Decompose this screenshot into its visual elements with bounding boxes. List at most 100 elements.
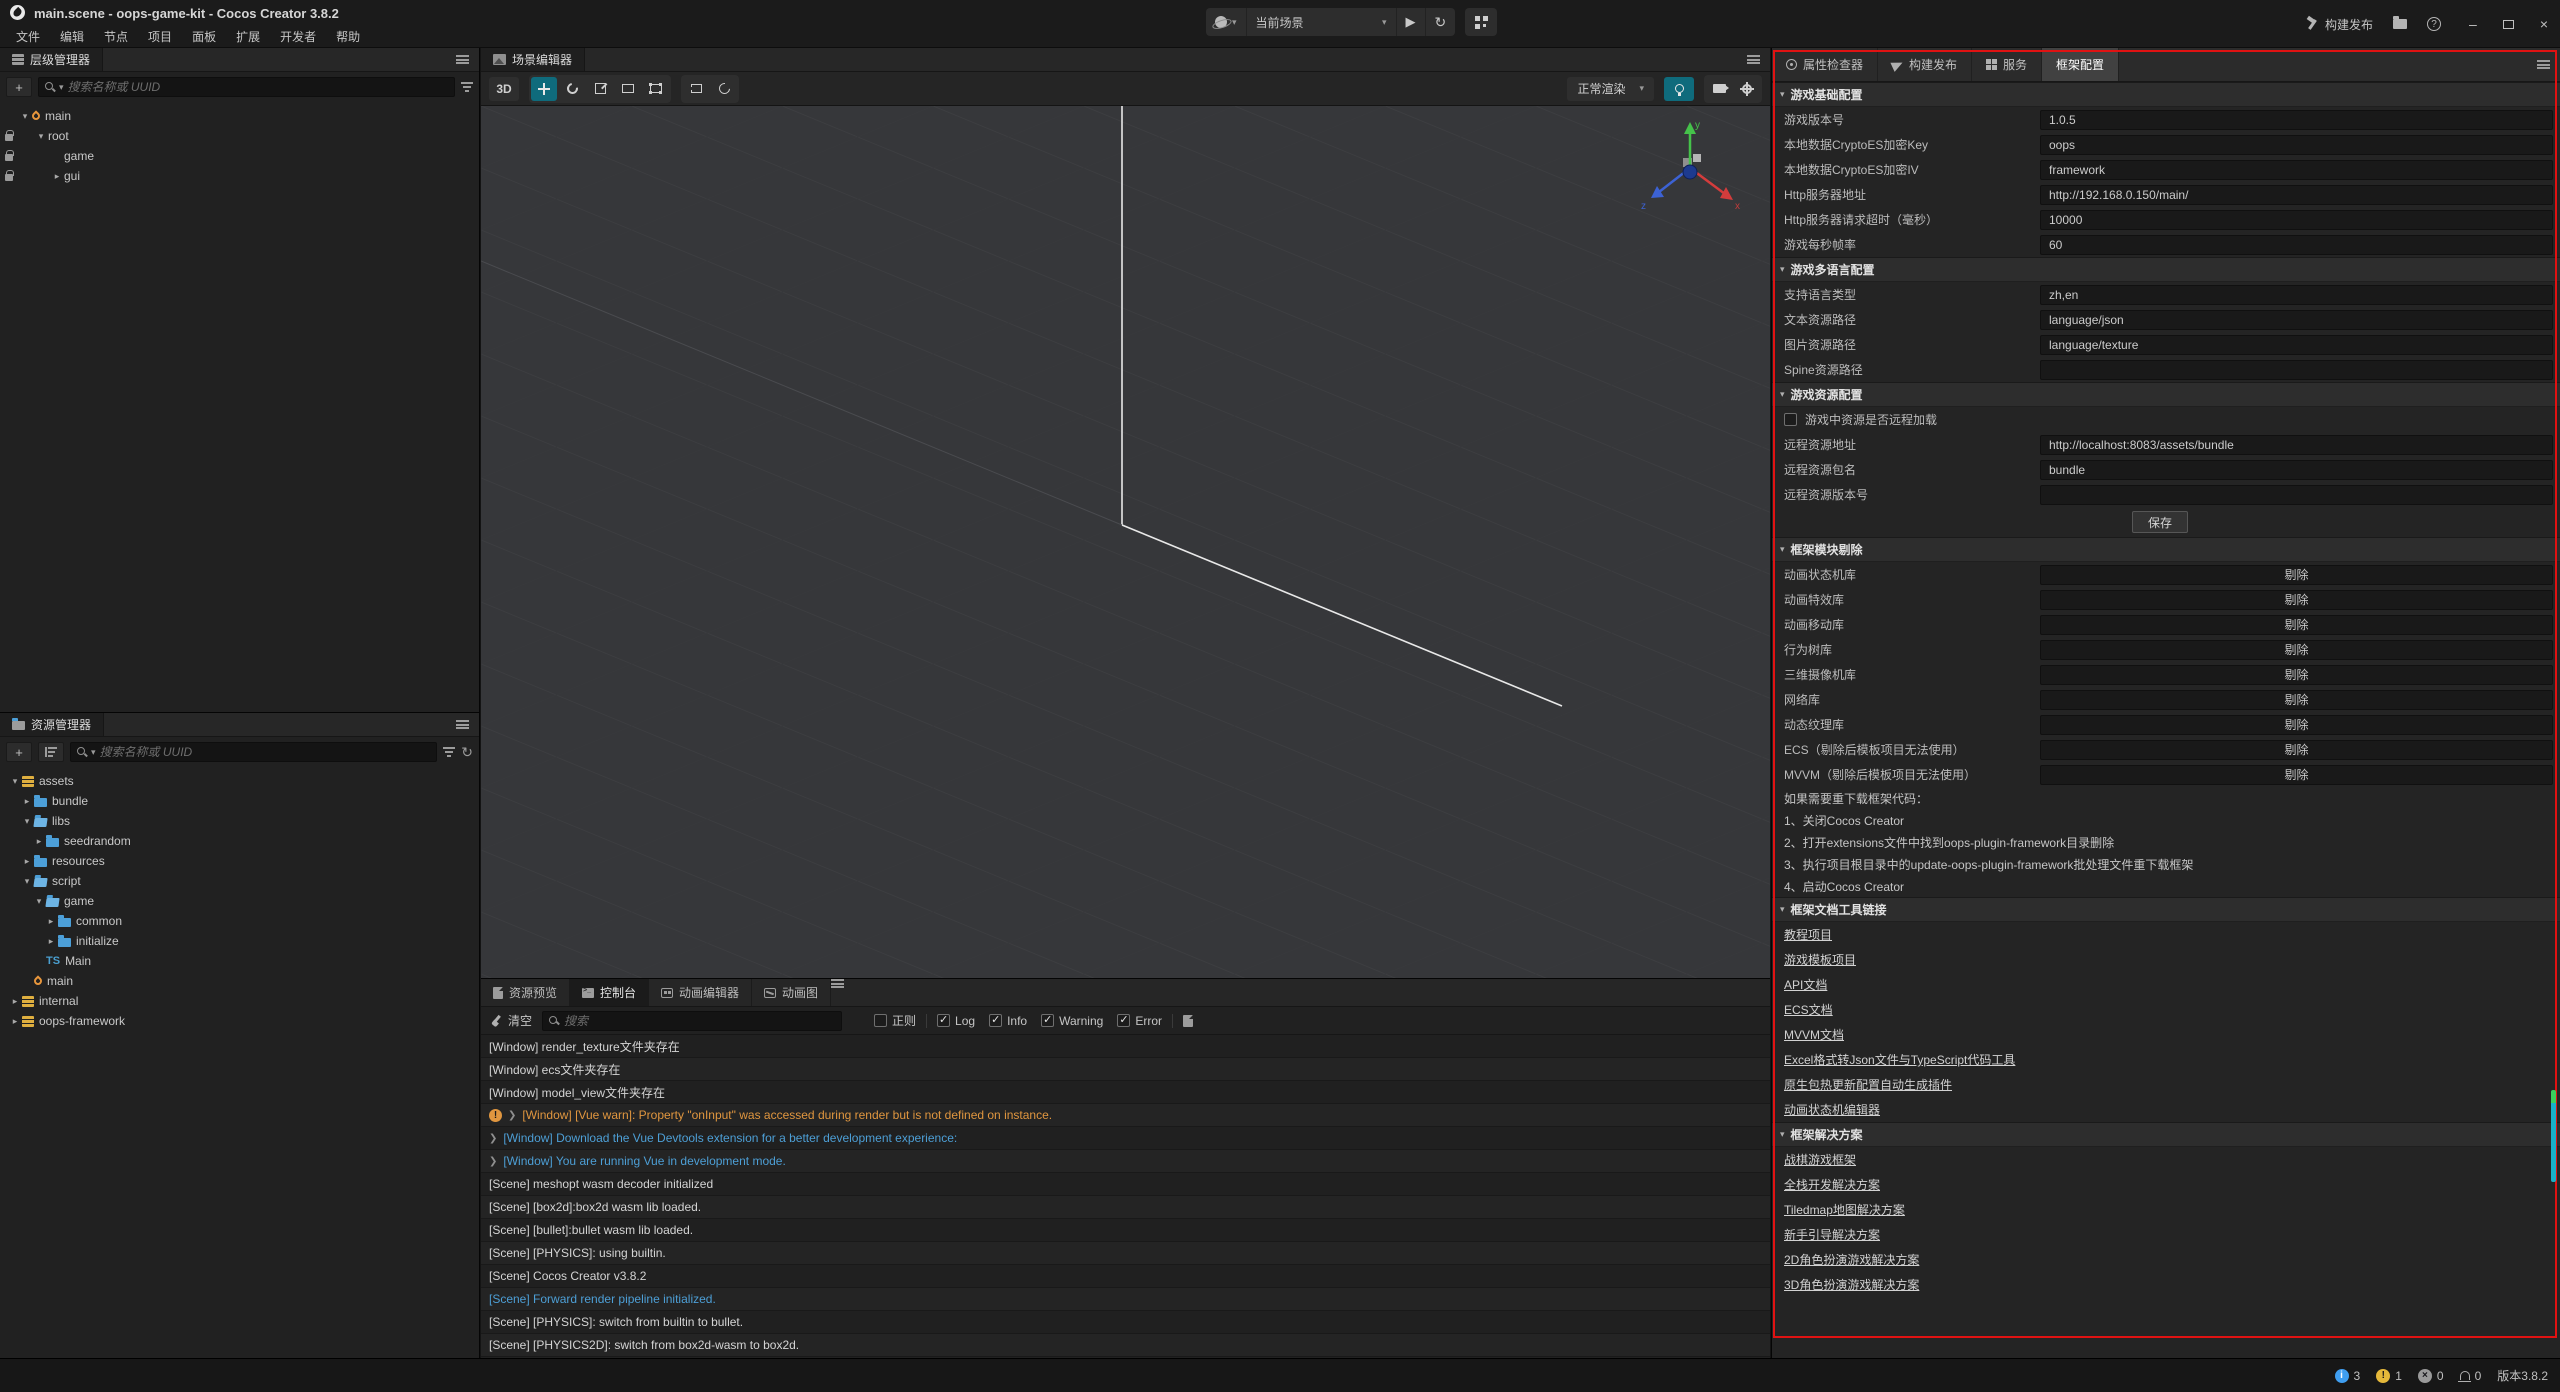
remove-module-button[interactable]: 剔除 bbox=[2040, 740, 2553, 760]
doc-link[interactable]: 新手引导解决方案 bbox=[1784, 1226, 1880, 1243]
scale-tool-button[interactable] bbox=[587, 77, 613, 101]
field-input[interactable]: http://localhost:8083/assets/bundle bbox=[2040, 435, 2553, 455]
console-tab-动画图[interactable]: 动画图 bbox=[752, 979, 831, 1006]
sort-assets-button[interactable] bbox=[38, 742, 64, 762]
clear-console-icon[interactable] bbox=[491, 1015, 503, 1027]
field-input[interactable]: http://192.168.0.150/main/ bbox=[2040, 185, 2553, 205]
remove-module-button[interactable]: 剔除 bbox=[2040, 640, 2553, 660]
asset-node-resources[interactable]: ▸resources bbox=[0, 851, 479, 871]
warning-counter[interactable]: ! 1 bbox=[2376, 1369, 2402, 1383]
preview-target-button[interactable]: ▾ bbox=[1206, 8, 1247, 36]
hierarchy-node-main[interactable]: ▾main bbox=[0, 106, 479, 126]
console-search-input[interactable] bbox=[564, 1014, 835, 1028]
tree-arrow-icon[interactable]: ▾ bbox=[18, 111, 32, 122]
tree-arrow-icon[interactable]: ▾ bbox=[34, 131, 48, 142]
doc-link[interactable]: MVVM文档 bbox=[1784, 1026, 1844, 1043]
collapse-caret-icon[interactable]: ▾ bbox=[1780, 389, 1785, 400]
view-gizmo[interactable]: x z y bbox=[1631, 114, 1751, 224]
scrollbar-thumb[interactable] bbox=[2551, 1090, 2556, 1182]
tree-arrow-icon[interactable]: ▸ bbox=[8, 996, 22, 1007]
doc-link[interactable]: 2D角色扮演游戏解决方案 bbox=[1784, 1251, 1919, 1268]
field-input[interactable]: 60 bbox=[2040, 235, 2553, 255]
console-search[interactable] bbox=[542, 1011, 842, 1031]
field-input[interactable]: 10000 bbox=[2040, 210, 2553, 230]
error-counter[interactable]: × 0 bbox=[2418, 1369, 2444, 1383]
play-button[interactable]: ▶ bbox=[1397, 8, 1426, 36]
doc-link[interactable]: 原生包热更新配置自动生成插件 bbox=[1784, 1076, 1952, 1093]
panel-menu-icon[interactable] bbox=[456, 55, 469, 64]
panel-menu-icon[interactable] bbox=[2537, 60, 2550, 69]
expand-arrow-icon[interactable]: ❯ bbox=[508, 1110, 516, 1121]
field-input[interactable]: language/texture bbox=[2040, 335, 2553, 355]
checkbox-error[interactable] bbox=[1117, 1014, 1130, 1027]
menu-项目[interactable]: 项目 bbox=[138, 26, 182, 47]
tree-arrow-icon[interactable]: ▾ bbox=[20, 876, 34, 887]
tree-arrow-icon[interactable]: ▸ bbox=[32, 836, 46, 847]
reload-button[interactable]: ↻ bbox=[1426, 8, 1456, 36]
console-log-list[interactable]: [Window] render_texture文件夹存在[Window] ecs… bbox=[481, 1035, 1770, 1357]
inspector-tab-框架配置[interactable]: 框架配置 bbox=[2042, 48, 2119, 81]
save-button[interactable]: 保存 bbox=[2132, 511, 2188, 533]
section-header-框架模块剔除[interactable]: ▾框架模块剔除 bbox=[1772, 537, 2560, 562]
doc-link[interactable]: Tiledmap地图解决方案 bbox=[1784, 1201, 1905, 1218]
create-node-button[interactable]: + bbox=[6, 77, 32, 97]
log-row[interactable]: [Window] ecs文件夹存在 bbox=[481, 1058, 1770, 1081]
panel-menu-icon[interactable] bbox=[456, 720, 469, 729]
log-row[interactable]: [Scene] [box2d]:box2d wasm lib loaded. bbox=[481, 1196, 1770, 1219]
collapse-caret-icon[interactable]: ▾ bbox=[1780, 904, 1785, 915]
remote-load-checkbox[interactable] bbox=[1784, 413, 1797, 426]
render-mode-dropdown[interactable]: 正常渲染 ▾ bbox=[1567, 77, 1654, 101]
doc-link[interactable]: 全栈开发解决方案 bbox=[1784, 1176, 1880, 1193]
doc-link[interactable]: 3D角色扮演游戏解决方案 bbox=[1784, 1276, 1919, 1293]
asset-node-bundle[interactable]: ▸bundle bbox=[0, 791, 479, 811]
asset-node-libs[interactable]: ▾libs bbox=[0, 811, 479, 831]
log-row[interactable]: ❯[Window] You are running Vue in develop… bbox=[481, 1150, 1770, 1173]
section-header-框架解决方案[interactable]: ▾框架解决方案 bbox=[1772, 1122, 2560, 1147]
filter-warning[interactable]: Warning bbox=[1041, 1014, 1103, 1028]
log-row[interactable]: [Scene] meshopt wasm decoder initialized bbox=[481, 1173, 1770, 1196]
asset-node-game[interactable]: ▾game bbox=[0, 891, 479, 911]
hierarchy-node-root[interactable]: ▾root bbox=[0, 126, 479, 146]
filter-icon[interactable] bbox=[443, 747, 455, 757]
menu-面板[interactable]: 面板 bbox=[182, 26, 226, 47]
notification-counter[interactable]: 0 bbox=[2460, 1369, 2482, 1383]
scene-viewport[interactable]: x z y bbox=[481, 106, 1770, 978]
log-row[interactable]: [Scene] [bullet]:bullet wasm lib loaded. bbox=[481, 1219, 1770, 1242]
console-tab-动画编辑器[interactable]: 动画编辑器 bbox=[649, 979, 752, 1006]
collapse-caret-icon[interactable]: ▾ bbox=[1780, 1129, 1785, 1140]
hierarchy-node-game[interactable]: game bbox=[0, 146, 479, 166]
tab-scene-editor[interactable]: 场景编辑器 bbox=[481, 48, 585, 71]
asset-node-oops-framework[interactable]: ▸oops-framework bbox=[0, 1011, 479, 1031]
panel-menu-icon[interactable] bbox=[1747, 55, 1760, 64]
tab-assets[interactable]: 资源管理器 bbox=[0, 713, 104, 736]
menu-帮助[interactable]: 帮助 bbox=[326, 26, 370, 47]
field-input[interactable]: bundle bbox=[2040, 460, 2553, 480]
info-counter[interactable]: i 3 bbox=[2335, 1369, 2361, 1383]
asset-node-common[interactable]: ▸common bbox=[0, 911, 479, 931]
log-row[interactable]: !❯[Window] [Vue warn]: Property "onInput… bbox=[481, 1104, 1770, 1127]
field-input[interactable]: 1.0.5 bbox=[2040, 110, 2553, 130]
field-input[interactable]: language/json bbox=[2040, 310, 2553, 330]
hierarchy-node-gui[interactable]: ▸gui bbox=[0, 166, 479, 186]
remove-module-button[interactable]: 剔除 bbox=[2040, 715, 2553, 735]
menu-开发者[interactable]: 开发者 bbox=[270, 26, 326, 47]
filter-icon[interactable] bbox=[461, 82, 473, 92]
clear-console-label[interactable]: 清空 bbox=[508, 1012, 532, 1029]
log-row[interactable]: [Scene] [PHYSICS]: switch from builtin t… bbox=[481, 1311, 1770, 1334]
menu-文件[interactable]: 文件 bbox=[6, 26, 50, 47]
log-row[interactable]: [Scene] [PHYSICS2D]: switch from box2d-w… bbox=[481, 1334, 1770, 1357]
section-header-游戏资源配置[interactable]: ▾游戏资源配置 bbox=[1772, 382, 2560, 407]
assets-search[interactable]: ▾ bbox=[70, 742, 437, 762]
menu-扩展[interactable]: 扩展 bbox=[226, 26, 270, 47]
asset-node-script[interactable]: ▾script bbox=[0, 871, 479, 891]
regex-checkbox-box[interactable] bbox=[874, 1014, 887, 1027]
tree-arrow-icon[interactable]: ▸ bbox=[20, 856, 34, 867]
remove-module-button[interactable]: 剔除 bbox=[2040, 665, 2553, 685]
asset-node-seedrandom[interactable]: ▸seedrandom bbox=[0, 831, 479, 851]
scene-select-dropdown[interactable]: 当前场景 ▾ bbox=[1247, 8, 1397, 36]
asset-node-internal[interactable]: ▸internal bbox=[0, 991, 479, 1011]
field-input[interactable]: zh,en bbox=[2040, 285, 2553, 305]
close-button[interactable]: × bbox=[2540, 16, 2548, 32]
log-row[interactable]: ❯[Window] Download the Vue Devtools exte… bbox=[481, 1127, 1770, 1150]
inspector-tab-构建发布[interactable]: 构建发布 bbox=[1878, 48, 1972, 81]
